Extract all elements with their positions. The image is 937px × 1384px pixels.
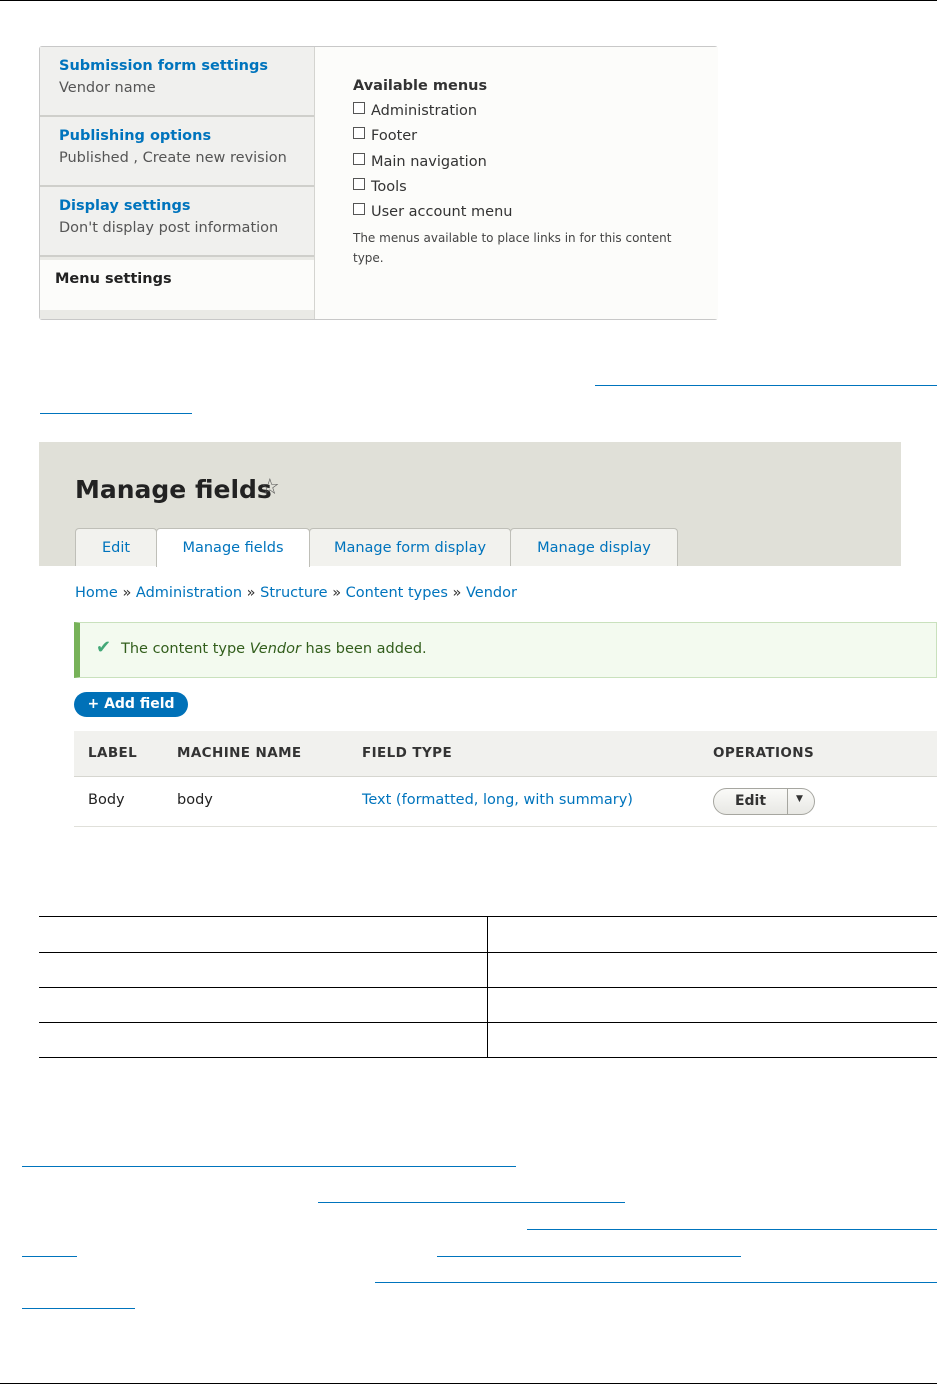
breadcrumb-structure[interactable]: Structure — [260, 585, 327, 601]
breadcrumb-separator: » — [452, 585, 462, 601]
cell-label: Body — [88, 792, 125, 808]
star-icon[interactable]: ☆ — [260, 475, 280, 500]
page-title: Manage fields — [75, 475, 272, 504]
vertical-tabs-menu: Submission form settings Vendor name Pub… — [40, 47, 315, 319]
tab-manage-fields[interactable]: Manage fields — [156, 528, 310, 567]
link-underline[interactable] — [22, 1166, 516, 1167]
checkbox-administration[interactable]: Administration — [353, 102, 477, 119]
checkbox-label: User account menu — [371, 204, 513, 220]
vertical-tab-menu-settings[interactable]: Menu settings — [40, 260, 315, 310]
tab-summary: Vendor name — [59, 80, 156, 96]
vertical-tabs-panel: Submission form settings Vendor name Pub… — [39, 46, 718, 320]
message-emphasis: Vendor — [249, 641, 301, 657]
tab-title: Publishing options — [59, 128, 212, 144]
link-underline[interactable] — [527, 1229, 937, 1230]
breadcrumb-home[interactable]: Home — [75, 585, 118, 601]
dropbutton-divider — [787, 789, 788, 814]
checkbox-tools[interactable]: Tools — [353, 178, 407, 195]
empty-table — [39, 916, 937, 1058]
column-field-type: FIELD TYPE — [362, 745, 453, 761]
checkbox-box[interactable] — [353, 127, 365, 139]
checkbox-label: Footer — [371, 128, 418, 144]
checkbox-user-account-menu[interactable]: User account menu — [353, 203, 512, 220]
status-message: ✔ The content type Vendor has been added… — [74, 622, 937, 678]
available-menus-description: The menus available to place links in fo… — [353, 231, 672, 265]
table-row: Body body Text (formatted, long, with su… — [74, 776, 937, 827]
manage-fields-header: Manage fields ☆ Edit Manage fields Manag… — [39, 442, 901, 567]
tab-summary: Published , Create new revision — [59, 150, 287, 166]
status-message-text: The content type Vendor has been added. — [121, 641, 427, 657]
table-rule — [39, 1057, 937, 1058]
link-underline[interactable] — [22, 1308, 135, 1309]
tab-summary: Don't display post information — [59, 220, 279, 236]
checkbox-label: Main navigation — [371, 154, 487, 170]
breadcrumb-separator: » — [332, 585, 342, 601]
table-rule — [39, 987, 937, 988]
breadcrumb: Home » Administration » Structure » Cont… — [75, 585, 517, 601]
vertical-tab-publishing-options[interactable]: Publishing options Published , Create ne… — [40, 117, 314, 187]
top-rule — [0, 0, 937, 1]
breadcrumb-administration[interactable]: Administration — [136, 585, 242, 601]
edit-button[interactable]: Edit — [714, 793, 787, 809]
message-text: has been added. — [300, 641, 427, 657]
breadcrumb-separator: » — [246, 585, 256, 601]
available-menus-title: Available menus — [353, 78, 488, 94]
column-machine-name: MACHINE NAME — [177, 745, 302, 761]
link-underline[interactable] — [595, 385, 937, 386]
tab-title: Display settings — [59, 198, 191, 214]
column-operations: OPERATIONS — [713, 745, 815, 761]
operations-dropbutton: Edit ▼ — [713, 788, 815, 815]
table-rule — [39, 952, 937, 953]
checkbox-box[interactable] — [353, 178, 365, 190]
column-label: LABEL — [88, 745, 138, 761]
menu-settings-pane: Available menus Administration Footer Ma… — [314, 47, 718, 319]
checkbox-label: Administration — [371, 103, 478, 119]
breadcrumb-content-types[interactable]: Content types — [346, 585, 448, 601]
tab-manage-display[interactable]: Manage display — [510, 528, 678, 566]
table-column-divider — [487, 916, 488, 1058]
link-underline[interactable] — [437, 1256, 741, 1257]
breadcrumb-separator: » — [122, 585, 132, 601]
checkbox-footer[interactable]: Footer — [353, 127, 417, 144]
checkmark-icon: ✔ — [96, 637, 112, 658]
checkbox-box[interactable] — [353, 102, 365, 114]
table-rule — [39, 916, 937, 917]
tab-edit[interactable]: Edit — [75, 528, 157, 566]
cell-field-type-link[interactable]: Text (formatted, long, with summary) — [362, 792, 633, 808]
checkbox-box[interactable] — [353, 153, 365, 165]
checkbox-box[interactable] — [353, 203, 365, 215]
breadcrumb-vendor[interactable]: Vendor — [466, 585, 517, 601]
vertical-tab-display-settings[interactable]: Display settings Don't display post info… — [40, 187, 314, 257]
message-text: The content type — [121, 641, 250, 657]
checkbox-main-navigation[interactable]: Main navigation — [353, 153, 487, 170]
link-underline[interactable] — [40, 413, 192, 414]
link-underline[interactable] — [375, 1282, 937, 1283]
tab-manage-form-display[interactable]: Manage form display — [309, 528, 511, 566]
vertical-tab-submission-form[interactable]: Submission form settings Vendor name — [40, 47, 314, 117]
link-underline[interactable] — [318, 1202, 625, 1203]
table-header: LABEL MACHINE NAME FIELD TYPE OPERATIONS — [74, 731, 937, 777]
caret-down-icon[interactable]: ▼ — [796, 794, 803, 804]
link-underline[interactable] — [22, 1256, 77, 1257]
tab-title: Submission form settings — [59, 58, 268, 74]
checkbox-label: Tools — [371, 179, 407, 195]
table-rule — [39, 1022, 937, 1023]
cell-machine-name: body — [177, 792, 213, 808]
add-field-button[interactable]: + Add field — [74, 692, 188, 717]
